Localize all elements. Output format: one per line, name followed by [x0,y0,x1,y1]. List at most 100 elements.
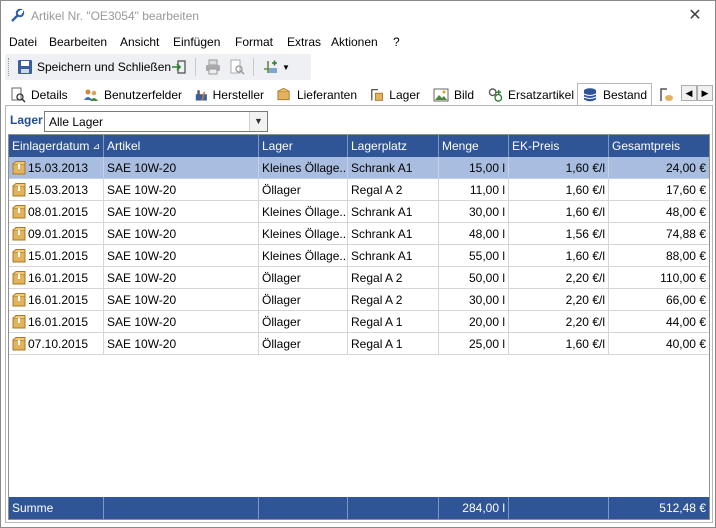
table-row[interactable]: 08.01.2015 SAE 10W-20 Kleines Öllage... Sch… [9,201,709,223]
col-header-lager[interactable]: Lager [259,135,348,157]
cell-lagerplatz[interactable]: Schrank A1 [348,245,439,267]
cell-einlagerdatum[interactable]: 07.10.2015 [9,333,104,355]
col-header-artikel[interactable]: Artikel [104,135,259,157]
cell-artikel[interactable]: SAE 10W-20 [104,179,259,201]
cell-artikel[interactable]: SAE 10W-20 [104,311,259,333]
tab-lager[interactable]: Lager [365,84,421,105]
exit-button[interactable] [171,57,187,77]
dropdown-button[interactable]: ▼ [249,112,267,131]
menu-datei[interactable]: Datei [9,35,37,49]
cell-artikel[interactable]: SAE 10W-20 [104,245,259,267]
menu-format[interactable]: Format [235,35,273,49]
menu-einfuegen[interactable]: Einfügen [173,35,220,49]
cell-einlagerdatum[interactable]: 16.01.2015 [9,311,104,333]
tab-bestand[interactable]: Bestand [577,83,652,106]
close-button[interactable]: ✕ [675,1,715,31]
col-header-menge[interactable]: Menge [439,135,509,157]
cell-artikel[interactable]: SAE 10W-20 [104,223,259,245]
cell-lagerplatz[interactable]: Regal A 1 [348,311,439,333]
cell-ek-preis[interactable]: 2,20 €/l [509,267,609,289]
cell-lagerplatz[interactable]: Regal A 2 [348,179,439,201]
save-and-close-button[interactable]: Speichern und Schließen [17,57,171,77]
cell-menge[interactable]: 48,00 l [439,223,509,245]
cell-einlagerdatum[interactable]: 15.01.2015 [9,245,104,267]
cell-lager[interactable]: Öllager [259,333,348,355]
cell-menge[interactable]: 30,00 l [439,201,509,223]
table-row[interactable]: 07.10.2015 SAE 10W-20 Öllager Regal A 1 25,0… [9,333,709,355]
col-header-einlagerdatum[interactable]: Einlagerdatum ⊿ [9,135,104,157]
cell-einlagerdatum[interactable]: 15.03.2013 [9,179,104,201]
cell-lager[interactable]: Kleines Öllage... [259,223,348,245]
cell-einlagerdatum[interactable]: 16.01.2015 [9,289,104,311]
print-preview-button[interactable] [229,57,245,77]
cell-menge[interactable]: 20,00 l [439,311,509,333]
cell-gesamtpreis[interactable]: 74,88 € [609,223,709,245]
cell-einlagerdatum[interactable]: 09.01.2015 [9,223,104,245]
cell-menge[interactable]: 55,00 l [439,245,509,267]
table-row[interactable]: 15.03.2013 SAE 10W-20 Kleines Öllage... Sch… [9,157,709,179]
col-header-ek-preis[interactable]: EK-Preis [509,135,609,157]
cell-artikel[interactable]: SAE 10W-20 [104,333,259,355]
table-row[interactable]: 09.01.2015 SAE 10W-20 Kleines Öllage... Sch… [9,223,709,245]
tab-bild[interactable]: Bild [428,84,476,105]
cell-lagerplatz[interactable]: Regal A 2 [348,267,439,289]
cell-ek-preis[interactable]: 1,60 €/l [509,157,609,179]
tab-lieferanten[interactable]: Lieferanten [272,84,358,105]
cell-lager[interactable]: Öllager [259,311,348,333]
table-row[interactable]: 16.01.2015 SAE 10W-20 Öllager Regal A 2 50,0… [9,267,709,289]
menu-bearbeiten[interactable]: Bearbeiten [49,35,107,49]
cell-menge[interactable]: 30,00 l [439,289,509,311]
cell-gesamtpreis[interactable]: 40,00 € [609,333,709,355]
cell-lagerplatz[interactable]: Regal A 1 [348,333,439,355]
table-row[interactable]: 16.01.2015 SAE 10W-20 Öllager Regal A 1 20,0… [9,311,709,333]
tab-ersatzartikel[interactable]: Ersatzartikel [483,84,575,105]
print-button[interactable] [205,57,221,77]
cell-menge[interactable]: 15,00 l [439,157,509,179]
cell-gesamtpreis[interactable]: 44,00 € [609,311,709,333]
cell-artikel[interactable]: SAE 10W-20 [104,201,259,223]
table-row[interactable]: 16.01.2015 SAE 10W-20 Öllager Regal A 2 30,0… [9,289,709,311]
cell-gesamtpreis[interactable]: 48,00 € [609,201,709,223]
cell-lagerplatz[interactable]: Schrank A1 [348,157,439,179]
cell-menge[interactable]: 11,00 l [439,179,509,201]
cell-lager[interactable]: Kleines Öllage... [259,157,348,179]
cell-ek-preis[interactable]: 2,20 €/l [509,311,609,333]
lager-filter-select[interactable]: Alle Lager ▼ [44,111,268,132]
cell-einlagerdatum[interactable]: 08.01.2015 [9,201,104,223]
tab-scroll-right-button[interactable]: ▶ [697,85,713,101]
add-dropdown-button[interactable]: ▼ [263,57,290,77]
cell-ek-preis[interactable]: 1,56 €/l [509,223,609,245]
cell-menge[interactable]: 25,00 l [439,333,509,355]
cell-einlagerdatum[interactable]: 16.01.2015 [9,267,104,289]
cell-lager[interactable]: Kleines Öllage... [259,201,348,223]
col-header-lagerplatz[interactable]: Lagerplatz [348,135,439,157]
tab-more[interactable] [653,84,677,105]
menu-help[interactable]: ? [393,35,400,49]
cell-artikel[interactable]: SAE 10W-20 [104,157,259,179]
cell-gesamtpreis[interactable]: 88,00 € [609,245,709,267]
cell-gesamtpreis[interactable]: 24,00 € [609,157,709,179]
tab-hersteller[interactable]: Hersteller [190,84,265,105]
cell-lager[interactable]: Kleines Öllage... [259,245,348,267]
tab-details[interactable]: Details [5,84,71,105]
cell-lagerplatz[interactable]: Schrank A1 [348,201,439,223]
cell-ek-preis[interactable]: 1,60 €/l [509,245,609,267]
cell-gesamtpreis[interactable]: 110,00 € [609,267,709,289]
cell-ek-preis[interactable]: 1,60 €/l [509,333,609,355]
cell-ek-preis[interactable]: 2,20 €/l [509,289,609,311]
cell-gesamtpreis[interactable]: 17,60 € [609,179,709,201]
menu-extras[interactable]: Extras [287,35,321,49]
cell-artikel[interactable]: SAE 10W-20 [104,267,259,289]
cell-lager[interactable]: Öllager [259,289,348,311]
cell-ek-preis[interactable]: 1,60 €/l [509,179,609,201]
col-header-gesamtpreis[interactable]: Gesamtpreis [609,135,709,157]
menu-aktionen[interactable]: Aktionen [331,35,378,49]
cell-lagerplatz[interactable]: Regal A 2 [348,289,439,311]
cell-lagerplatz[interactable]: Schrank A1 [348,223,439,245]
table-row[interactable]: 15.03.2013 SAE 10W-20 Öllager Regal A 2 11,0… [9,179,709,201]
cell-artikel[interactable]: SAE 10W-20 [104,289,259,311]
cell-lager[interactable]: Öllager [259,267,348,289]
table-row[interactable]: 15.01.2015 SAE 10W-20 Kleines Öllage... Sch… [9,245,709,267]
toolbar-grip[interactable] [8,58,11,76]
cell-ek-preis[interactable]: 1,60 €/l [509,201,609,223]
